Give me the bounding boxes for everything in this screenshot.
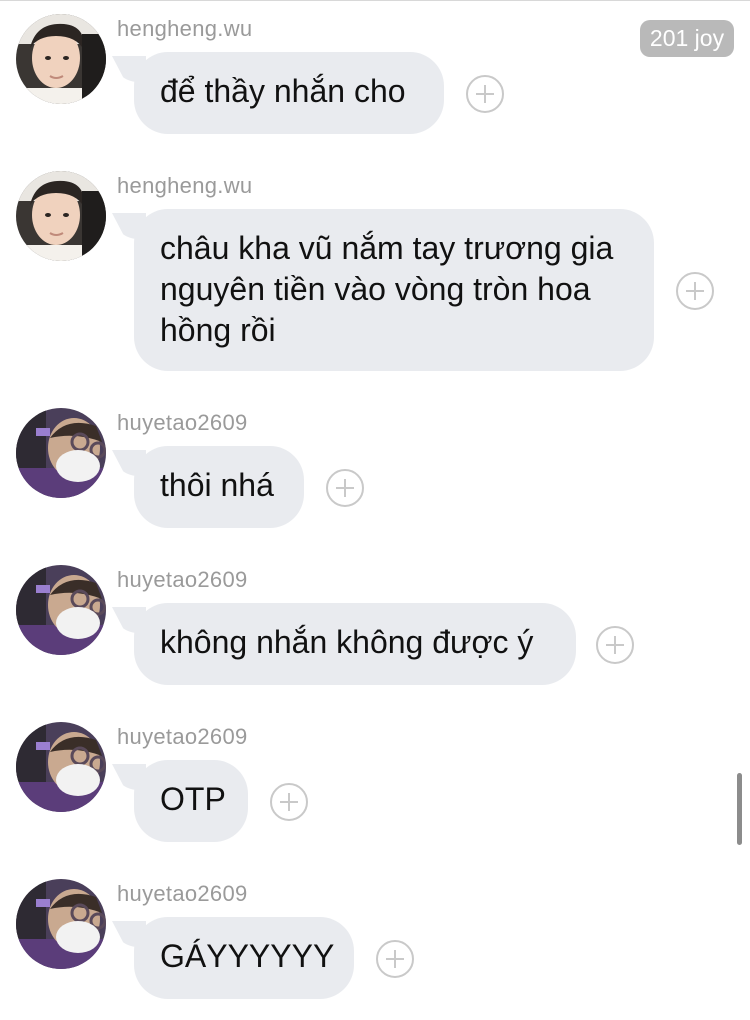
avatar[interactable] [16, 879, 106, 969]
message-bubble[interactable]: thôi nhá [134, 446, 304, 528]
message-username[interactable]: huyetao2609 [117, 881, 248, 907]
add-reaction-icon[interactable] [326, 469, 364, 507]
masked-person-avatar-image [16, 408, 106, 498]
message-bubble[interactable]: châu kha vũ nắm tay trương gia nguyên ti… [134, 209, 654, 371]
masked-person-avatar-image [16, 879, 106, 969]
masked-person-avatar-image [16, 565, 106, 655]
top-divider [0, 0, 750, 1]
avatar[interactable] [16, 408, 106, 498]
message-username[interactable]: huyetao2609 [117, 567, 248, 593]
masked-person-avatar-image [16, 722, 106, 812]
person-avatar-image [16, 171, 106, 261]
message-text: OTP [160, 781, 226, 817]
add-reaction-icon[interactable] [596, 626, 634, 664]
message-username[interactable]: huyetao2609 [117, 724, 248, 750]
message-text: không nhắn không được ý [160, 624, 534, 660]
message-username[interactable]: hengheng.wu [117, 173, 252, 199]
message-username[interactable]: hengheng.wu [117, 16, 252, 42]
message-text: thôi nhá [160, 467, 274, 503]
add-reaction-icon[interactable] [676, 272, 714, 310]
person-avatar-image [16, 14, 106, 104]
add-reaction-icon[interactable] [466, 75, 504, 113]
avatar[interactable] [16, 722, 106, 812]
avatar[interactable] [16, 565, 106, 655]
message-username[interactable]: huyetao2609 [117, 410, 248, 436]
message-bubble[interactable]: không nhắn không được ý [134, 603, 576, 685]
message-text: để thầy nhắn cho [160, 73, 406, 109]
joy-count-badge: 201 joy [640, 20, 734, 57]
add-reaction-icon[interactable] [270, 783, 308, 821]
avatar[interactable] [16, 171, 106, 261]
message-bubble[interactable]: để thầy nhắn cho [134, 52, 444, 134]
add-reaction-icon[interactable] [376, 940, 414, 978]
message-text: GÁYYYYYY [160, 938, 335, 974]
scrollbar[interactable] [737, 773, 742, 845]
avatar[interactable] [16, 14, 106, 104]
message-text: châu kha vũ nắm tay trương gia nguyên ti… [160, 230, 614, 348]
message-bubble[interactable]: GÁYYYYYY [134, 917, 354, 999]
message-bubble[interactable]: OTP [134, 760, 248, 842]
